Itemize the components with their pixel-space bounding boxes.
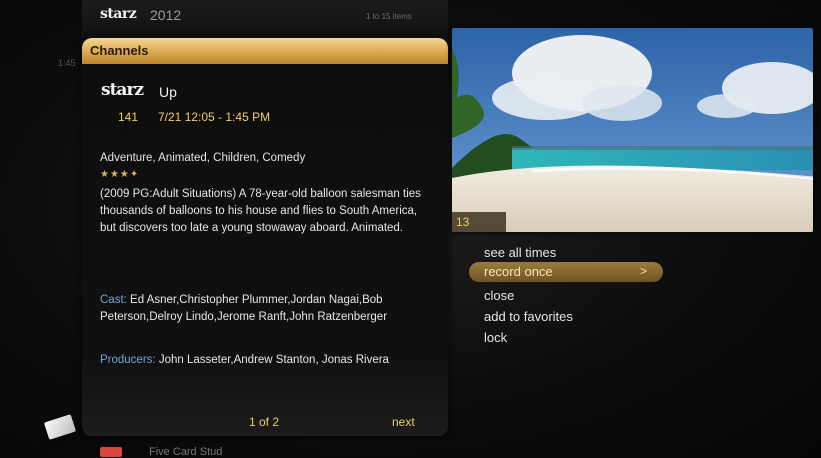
channel-number: 141	[118, 110, 139, 124]
panel-header: Channels	[82, 38, 448, 64]
program-info-panel: Channels starz Up 141 7/21 12:05 - 1:45 …	[82, 38, 448, 436]
network-logo: starz	[101, 80, 144, 100]
menu-see-all-times[interactable]: see all times	[484, 245, 556, 260]
menu-lock[interactable]: lock	[484, 330, 507, 345]
cast-label: Cast:	[100, 294, 127, 306]
card-icon	[43, 414, 77, 440]
genres: Adventure, Animated, Children, Comedy	[100, 152, 306, 164]
time-label: 1:45	[58, 58, 76, 68]
producers-label: Producers:	[100, 354, 156, 366]
producers-section: Producers: John Lasseter,Andrew Stanton,…	[100, 354, 440, 366]
preview-channel-number: 13	[452, 212, 506, 232]
menu-record-once-label: record once	[484, 264, 553, 279]
producers-list: John Lasseter,Andrew Stanton, Jonas Rive…	[158, 354, 389, 366]
cast-list: Ed Asner,Christopher Plummer,Jordan Naga…	[100, 294, 388, 323]
item-count: 1 to 15 items	[366, 12, 412, 21]
network-logo-bottom	[100, 447, 122, 457]
previous-row-title: 2012	[150, 7, 182, 23]
rating-stars: ★★★✦	[100, 169, 140, 180]
airtime: 7/21 12:05 - 1:45 PM	[158, 110, 271, 124]
menu-close[interactable]: close	[484, 288, 514, 303]
program-title: Up	[159, 84, 177, 100]
network-logo-top: starz	[100, 6, 137, 22]
tv-guide-screen: starz 2012 1 to 15 items 1:45 Channels s…	[0, 0, 821, 458]
program-description: (2009 PG:Adult Situations) A 78-year-old…	[100, 188, 421, 234]
menu-record-once[interactable]: record once >	[469, 262, 663, 282]
next-button[interactable]: next	[392, 415, 415, 429]
chevron-right-icon: >	[640, 264, 648, 278]
cast-section: Cast: Ed Asner,Christopher Plummer,Jorda…	[100, 292, 430, 326]
next-row-title: Five Card Stud	[149, 446, 223, 458]
page-indicator: 1 of 2	[249, 415, 280, 429]
beach-scene	[452, 28, 813, 232]
video-preview	[452, 28, 813, 232]
panel-title: Channels	[90, 43, 149, 58]
menu-add-to-favorites[interactable]: add to favorites	[484, 309, 573, 324]
